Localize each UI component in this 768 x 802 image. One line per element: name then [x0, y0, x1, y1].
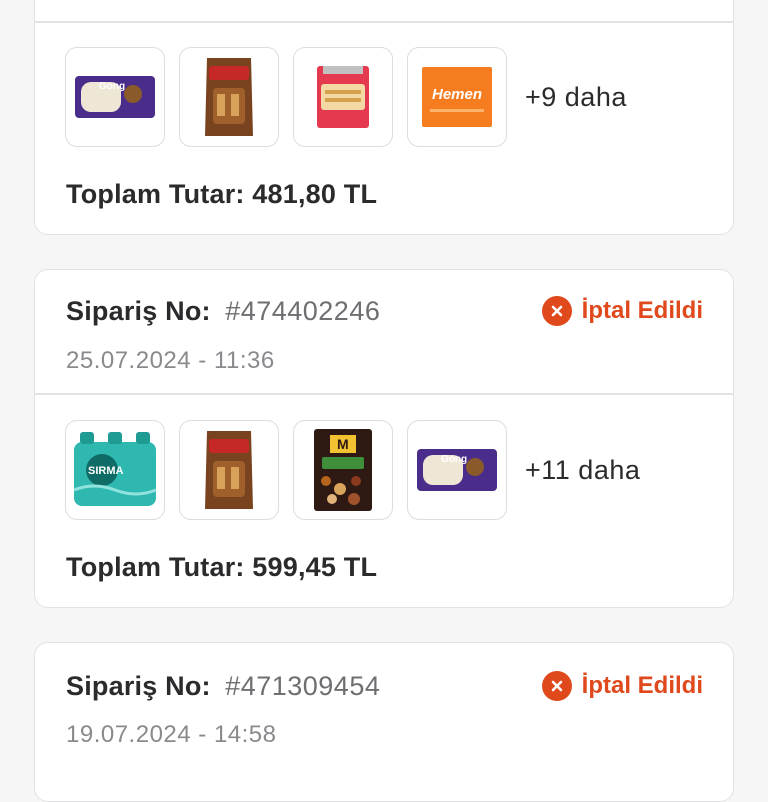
product-thumb-gong: Gong	[65, 47, 165, 147]
total-value: 481,80 TL	[252, 179, 378, 209]
order-number: #474402246	[225, 296, 381, 326]
svg-text:M: M	[337, 436, 349, 452]
order-number-label: Sipariş No:	[66, 671, 211, 701]
card-divider	[35, 393, 733, 395]
product-thumb-hemen: Hemen	[407, 47, 507, 147]
order-card[interactable]: Sipariş No: #471309454 İptal Edildi 19.0…	[34, 642, 734, 802]
svg-text:Gong: Gong	[441, 454, 467, 465]
gong-pack-icon: Gong	[417, 449, 497, 491]
order-number-label: Sipariş No:	[66, 296, 211, 326]
status-badge: İptal Edildi	[541, 296, 703, 326]
sirma-water-icon: SIRMA	[73, 432, 157, 506]
product-thumb-cubuk	[293, 47, 393, 147]
product-thumb-sirma: SIRMA	[65, 420, 165, 520]
close-circle-icon	[541, 296, 572, 326]
more-products-count: +9 daha	[525, 81, 627, 112]
albeni-bag-icon	[205, 431, 253, 509]
product-thumbnails: Gong Hemen +9 daha	[65, 47, 627, 147]
nuts-bag-icon: M	[314, 429, 372, 511]
product-thumb-nuts: M	[293, 420, 393, 520]
cubuk-pack-icon	[317, 66, 369, 128]
svg-text:Hemen: Hemen	[432, 86, 482, 103]
card-divider	[35, 21, 733, 23]
product-thumbnails: SIRMA M Gong +11 daha	[65, 420, 640, 520]
albeni-bag-icon	[205, 58, 253, 136]
gong-pack-icon: Gong	[75, 76, 155, 118]
total-label: Toplam Tutar:	[66, 552, 245, 582]
order-card[interactable]: Sipariş No: #474402246 İptal Edildi 25.0…	[34, 269, 734, 608]
product-thumb-albeni	[179, 420, 279, 520]
order-card[interactable]: Gong Hemen +9 daha Toplam Tutar: 481,80 …	[34, 0, 734, 235]
close-circle-icon	[541, 671, 572, 701]
order-total: Toplam Tutar: 599,45 TL	[66, 552, 377, 583]
total-value: 599,45 TL	[252, 552, 378, 582]
svg-text:SIRMA: SIRMA	[88, 465, 124, 477]
product-thumb-gong: Gong	[407, 420, 507, 520]
order-total: Toplam Tutar: 481,80 TL	[66, 179, 377, 210]
order-date: 25.07.2024 - 11:36	[66, 347, 275, 374]
total-label: Toplam Tutar:	[66, 179, 245, 209]
svg-text:Gong: Gong	[99, 81, 125, 92]
status-badge: İptal Edildi	[541, 671, 703, 701]
order-number: #471309454	[225, 671, 381, 701]
status-text: İptal Edildi	[581, 297, 703, 324]
more-products-count: +11 daha	[525, 454, 641, 485]
status-text: İptal Edildi	[581, 672, 703, 699]
hemen-bag-icon: Hemen	[422, 67, 492, 127]
order-date: 19.07.2024 - 14:58	[66, 721, 277, 748]
product-thumb-albeni	[179, 47, 279, 147]
